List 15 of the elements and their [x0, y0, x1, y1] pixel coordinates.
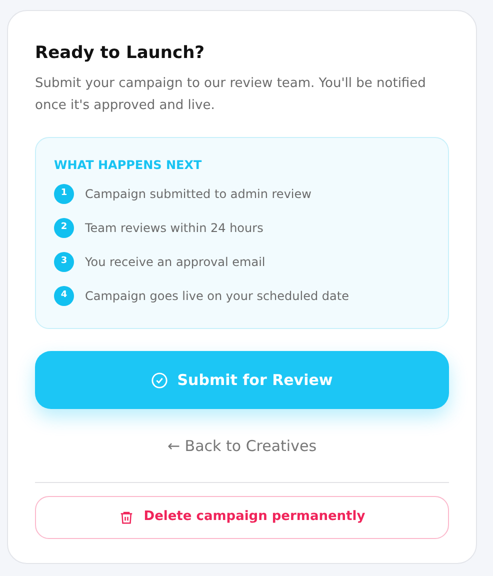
step-text: Campaign goes live on your scheduled date	[85, 288, 349, 305]
trash-icon	[118, 510, 134, 524]
step-number: 3	[54, 252, 74, 272]
step-number: 2	[54, 218, 74, 238]
steps-heading: WHAT HAPPENS NEXT	[54, 157, 203, 173]
step-number: 4	[54, 286, 74, 306]
description: Submit your campaign to our review team. You'll be notified once it's approved and live.	[35, 75, 427, 115]
check-circle-icon	[151, 372, 168, 388]
step-text: You receive an approval email	[85, 254, 266, 271]
step-text: Team reviews within 24 hours	[85, 220, 264, 237]
back-link[interactable]: ← Back to Creatives	[167, 435, 317, 458]
card-title: Ready to Launch?	[35, 42, 206, 65]
step-number: 1	[54, 184, 74, 204]
step-text: Campaign submitted to admin review	[85, 186, 312, 203]
delete-button[interactable]: Delete campaign permanently	[35, 496, 449, 538]
